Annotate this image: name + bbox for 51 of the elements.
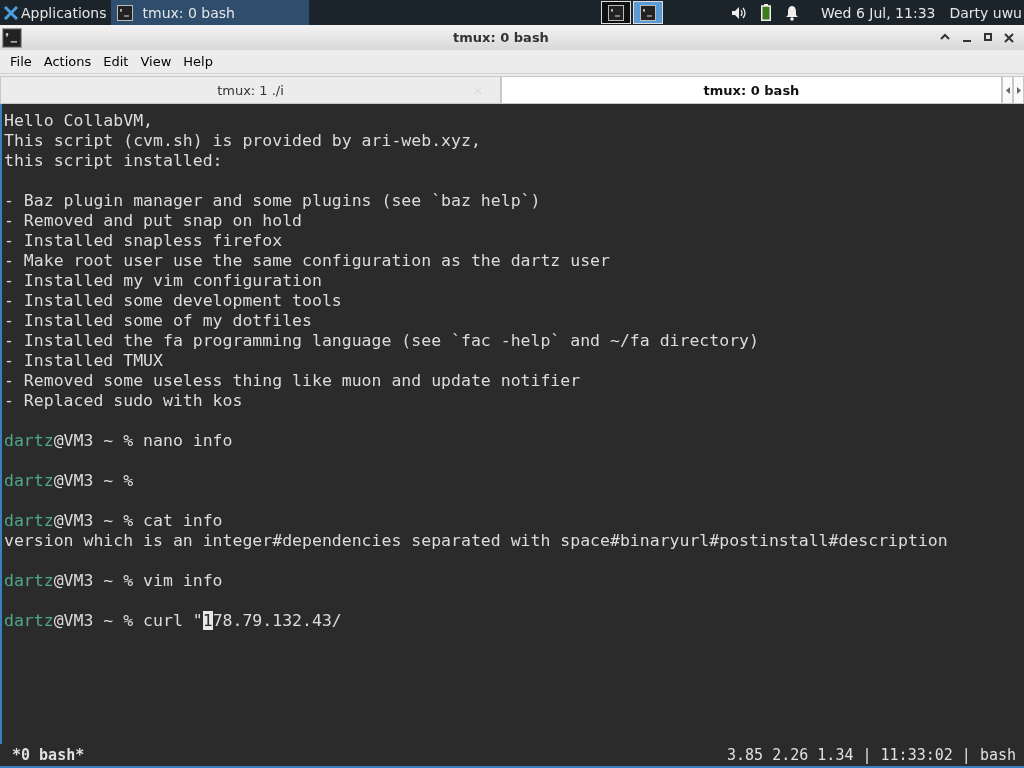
workspace-button[interactable] [632,1,663,24]
prompt-line: dartz@VM3 ~ % vim info [4,571,223,590]
prompt-line: dartz@VM3 ~ % cat info [4,511,223,530]
terminal-line: version which is an integer#dependencies separated with space#binaryurl#postinstall#description [4,531,948,550]
bell-icon[interactable] [785,4,799,21]
prompt-line: dartz@VM3 ~ % nano info [4,431,233,450]
terminal-line: - Baz plugin manager and some plugins (see `baz help`) [4,191,541,210]
terminal-line: - Removed some useless thing like muon and update notifier [4,371,581,390]
terminal-line: - Installed snapless firefox [4,231,283,250]
terminal-line: - Installed some development tools [4,291,342,310]
taskbar-task[interactable]: tmux: 0 bash [110,0,309,25]
terminal-line: - Replaced sudo with kos [4,391,243,410]
tab[interactable]: tmux: 0 bash [501,76,1002,104]
terminal-line: - Installed the fa programming language (see `fac -help` and ~/fa directory) [4,331,759,350]
terminal-line: - Installed TMUX [4,351,163,370]
logo-icon [4,5,18,20]
caret-right-icon [1016,86,1021,94]
workspace-button[interactable] [600,1,631,24]
window-title: tmux: 0 bash [452,30,550,45]
tmux-window-label: *0 bash* [12,746,85,764]
menu-item[interactable]: File [4,54,38,69]
user-name[interactable]: Darty uwu [949,4,1022,21]
battery-icon[interactable] [761,4,771,21]
scroll-right-button[interactable] [1013,76,1024,104]
terminal-icon [639,4,656,21]
terminal-line: - Make root user use the same configuration as the dartz user [4,251,610,270]
terminal-line: - Installed my vim configuration [4,271,322,290]
terminal-icon [116,4,133,21]
window-icon[interactable] [2,27,22,48]
terminal-icon [607,4,624,21]
close-icon[interactable] [1004,32,1014,43]
clock[interactable]: Wed 6 Jul, 11:33 [821,4,936,21]
terminal-line: - Removed and put snap on hold [4,211,302,230]
chevron-up-icon[interactable] [940,32,950,40]
speaker-icon[interactable] [731,5,747,20]
terminal-line: this script installed: [4,151,223,170]
menu-item[interactable]: Edit [97,54,135,69]
menu-item[interactable]: Help [177,54,219,69]
terminal-line: - Installed some of my dotfiles [4,311,312,330]
scroll-left-button[interactable] [1002,76,1013,104]
tmux-status-info: 3.85 2.26 1.34 | 11:33:02 | bash [727,746,1016,764]
menu-item[interactable]: Actions [37,54,98,69]
terminal-line: This script (cvm.sh) is provided by ari-web.xyz, [4,131,481,150]
applications-menu[interactable]: Applications [0,0,111,25]
caret-left-icon [1005,86,1010,94]
tab[interactable]: tmux: 1 ./i [0,76,501,104]
maximize-icon[interactable] [984,32,992,41]
terminal-line: Hello CollabVM, [4,111,153,130]
prompt-line: dartz@VM3 ~ % [4,471,134,490]
prompt-line: dartz@VM3 ~ % curl "178.79.132.43/ [4,611,342,630]
menu-item[interactable]: View [134,54,178,69]
